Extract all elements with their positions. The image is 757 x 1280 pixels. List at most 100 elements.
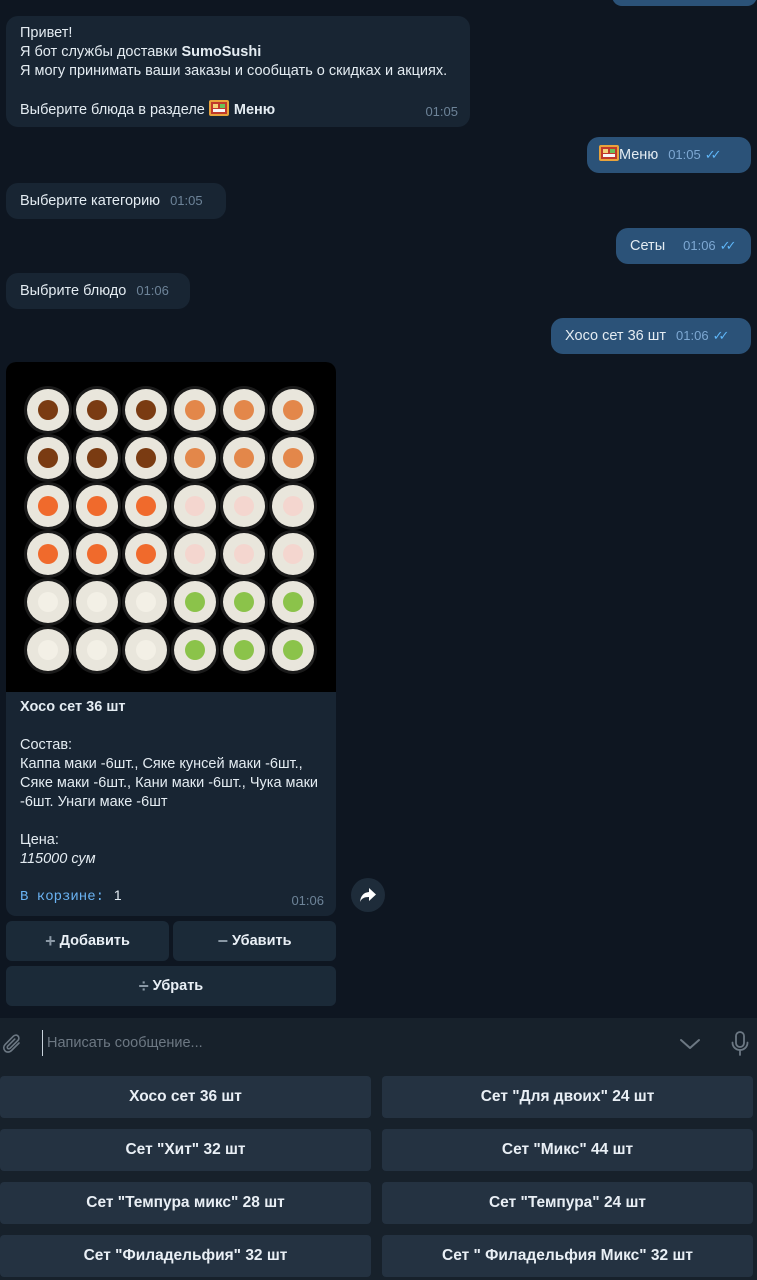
message-composer — [0, 1018, 757, 1070]
greeting-line-4: Выберите блюда в разделе Меню 01:05 — [20, 100, 458, 119]
sushi-roll — [73, 530, 121, 578]
keyboard-button-tempura-mix[interactable]: Сет "Темпура микс" 28 шт — [0, 1182, 371, 1224]
composition-text: Каппа маки -6шт., Сяке кунсей маки -6шт.… — [20, 756, 319, 810]
share-button[interactable] — [351, 878, 385, 912]
keyboard-toggle-button[interactable] — [676, 1018, 704, 1070]
outgoing-sets-message: Сеты 01:06 ✓✓ — [616, 228, 751, 264]
message-input[interactable] — [42, 1030, 662, 1056]
sushi-roll — [122, 482, 170, 530]
add-button[interactable]: + Добавить — [6, 921, 169, 961]
sushi-roll — [73, 626, 121, 674]
product-description: Хосо сет 36 шт Состав: Каппа маки -6шт.,… — [20, 698, 325, 869]
product-card: Хосо сет 36 шт Состав: Каппа маки -6шт.,… — [6, 362, 336, 916]
reply-keyboard: Хосо сет 36 шт Сет "Для двоих" 24 шт Сет… — [0, 1070, 757, 1280]
sushi-roll — [73, 386, 121, 434]
sushi-roll — [269, 626, 317, 674]
sushi-roll — [269, 578, 317, 626]
greeting-line-3: Я могу принимать ваши заказы и сообщать … — [20, 63, 448, 79]
chat-history: Привет! Я бот службы доставки SumoSushi Я … — [0, 0, 757, 1018]
outgoing-hoso-message: Хосо сет 36 шт 01:06 ✓✓ — [551, 318, 751, 354]
price-label: Цена: — [20, 832, 59, 848]
keyboard-button-mix[interactable]: Сет "Микс" 44 шт — [382, 1129, 753, 1171]
reduce-button[interactable]: − Убавить — [173, 921, 336, 961]
double-check-icon: ✓✓ — [719, 238, 737, 253]
sushi-roll — [171, 578, 219, 626]
message-text: Сеты — [630, 238, 666, 254]
sushi-illustration — [24, 386, 317, 674]
keyboard-button-tempura[interactable]: Сет "Темпура" 24 шт — [382, 1182, 753, 1224]
sushi-roll — [171, 482, 219, 530]
keyboard-button-philadelphia-mix[interactable]: Сет " Филадельфия Микс" 32 шт — [382, 1235, 753, 1277]
sushi-roll — [269, 434, 317, 482]
voice-button[interactable] — [726, 1018, 754, 1070]
composition-label: Состав: — [20, 737, 73, 753]
outgoing-menu-message: Меню 01:05 ✓✓ — [587, 137, 751, 173]
keyboard-button-hoso[interactable]: Хосо сет 36 шт — [0, 1076, 371, 1118]
keyboard-button-philadelphia[interactable]: Сет "Филадельфия" 32 шт — [0, 1235, 371, 1277]
sushi-roll — [220, 434, 268, 482]
plus-icon: + — [45, 930, 56, 951]
message-time: 01:06 — [683, 238, 716, 253]
cart-label: В корзине: — [20, 889, 105, 905]
sushi-roll — [171, 626, 219, 674]
greeting-line-1: Привет! — [20, 25, 73, 41]
sushi-roll — [171, 434, 219, 482]
sushi-roll — [171, 530, 219, 578]
message-time: 01:06 — [136, 283, 169, 298]
paperclip-icon — [2, 1034, 20, 1053]
sushi-roll — [220, 578, 268, 626]
menu-link[interactable]: Меню — [234, 102, 275, 118]
previous-outgoing-bubble — [612, 0, 757, 6]
sushi-roll — [24, 386, 72, 434]
sushi-roll — [122, 626, 170, 674]
sushi-roll — [73, 482, 121, 530]
bento-box-icon — [599, 145, 619, 161]
sushi-roll — [122, 530, 170, 578]
message-time: 01:05 — [425, 104, 458, 119]
message-time: 01:06 — [291, 893, 324, 908]
sushi-roll — [269, 482, 317, 530]
bento-box-icon — [208, 100, 229, 116]
message-time: 01:05 — [668, 147, 701, 162]
sushi-roll — [73, 434, 121, 482]
message-text: Меню — [619, 147, 659, 163]
message-text: Выбрите блюдо — [20, 283, 127, 299]
double-check-icon: ✓✓ — [704, 147, 722, 162]
sushi-set-photo — [6, 362, 336, 692]
sushi-roll — [269, 386, 317, 434]
cart-count: 1 — [113, 887, 122, 903]
price-value: 115000 сум — [20, 851, 96, 867]
choose-dish-message: Выбрите блюдо 01:06 — [6, 273, 190, 309]
sushi-roll — [122, 434, 170, 482]
sushi-roll — [220, 530, 268, 578]
remove-button[interactable]: ÷ Убрать — [6, 966, 336, 1006]
minus-icon: − — [217, 930, 228, 951]
greeting-message: Привет! Я бот службы доставки SumoSushi Я … — [6, 16, 470, 127]
sushi-roll — [171, 386, 219, 434]
keyboard-button-hit[interactable]: Сет "Хит" 32 шт — [0, 1129, 371, 1171]
microphone-icon — [731, 1031, 749, 1056]
double-check-icon: ✓✓ — [712, 328, 730, 343]
message-text: Хосо сет 36 шт — [565, 328, 667, 344]
message-text: Выберите категорию — [20, 193, 161, 209]
keyboard-button-for-two[interactable]: Сет "Для двоих" 24 шт — [382, 1076, 753, 1118]
product-title: Хосо сет 36 шт — [20, 699, 126, 715]
share-icon — [360, 888, 376, 902]
sushi-roll — [220, 482, 268, 530]
greeting-line-2: Я бот службы доставки SumoSushi — [20, 44, 262, 60]
sushi-roll — [220, 386, 268, 434]
choose-category-message: Выберите категорию 01:05 — [6, 183, 226, 219]
sushi-roll — [122, 386, 170, 434]
sushi-roll — [24, 530, 72, 578]
message-time: 01:05 — [170, 193, 203, 208]
sushi-roll — [122, 578, 170, 626]
attach-button[interactable] — [0, 1018, 26, 1070]
chevron-down-icon — [680, 1039, 700, 1049]
cart-status: В корзине: 1 — [20, 887, 122, 905]
divide-icon: ÷ — [138, 975, 149, 996]
sushi-roll — [73, 578, 121, 626]
sushi-roll — [24, 626, 72, 674]
message-time: 01:06 — [676, 328, 709, 343]
brand-name: SumoSushi — [181, 44, 262, 60]
sushi-roll — [220, 626, 268, 674]
